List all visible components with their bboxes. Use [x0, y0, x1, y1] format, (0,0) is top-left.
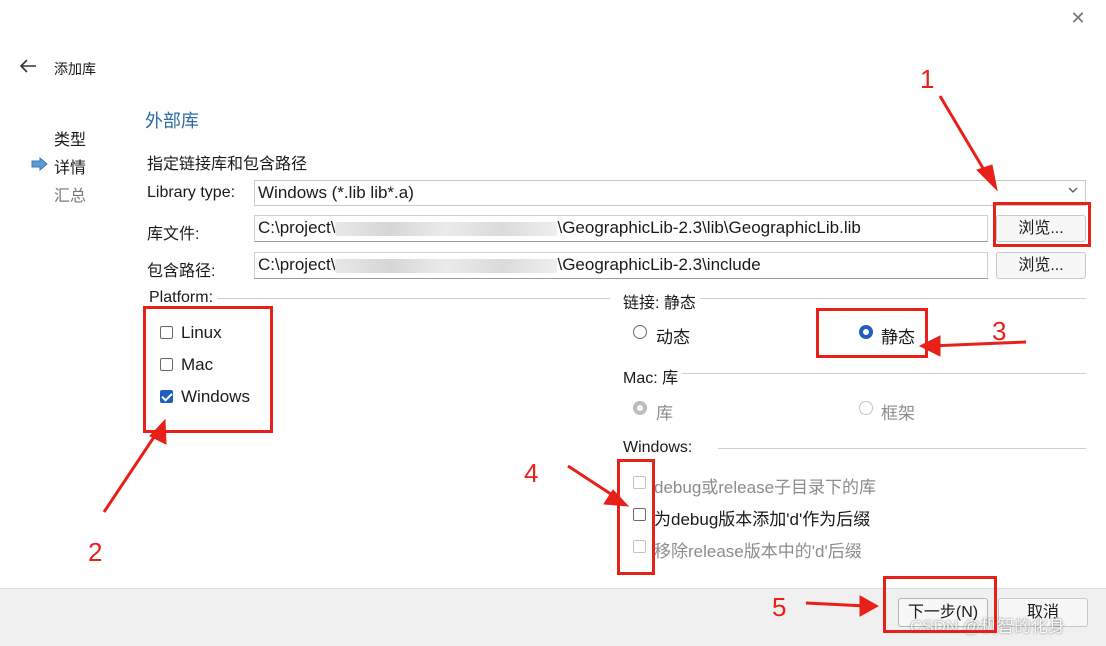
annotation-number-5: 5 [772, 592, 787, 622]
annotation-number-2: 2 [88, 537, 103, 567]
annotation-number-1: 1 [920, 64, 935, 94]
annotation-arrows [102, 95, 1027, 617]
annotation-number-4: 4 [524, 458, 539, 488]
annotation-number-3: 3 [992, 316, 1007, 346]
